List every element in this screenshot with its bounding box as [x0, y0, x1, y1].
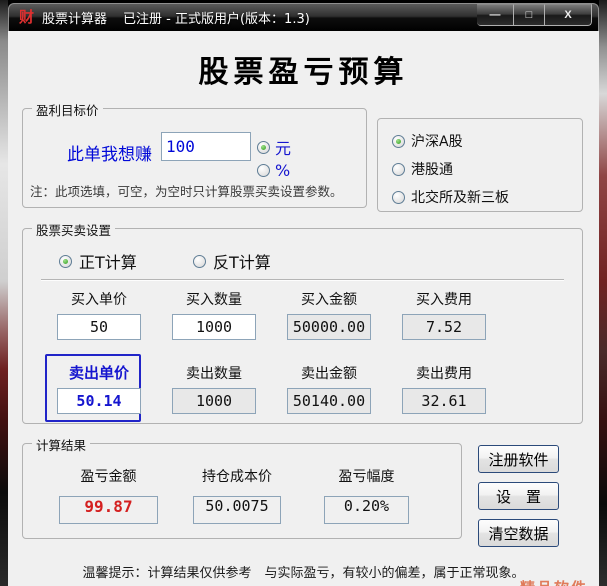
group-profit-target-legend: 盈利目标价 [32, 100, 103, 119]
profit-target-label: 此单我想赚 [67, 140, 152, 165]
window-title: 股票计算器 [42, 8, 107, 27]
buy-price-label: 买入单价 [71, 292, 127, 308]
group-market: 沪深A股 港股通 北交所及新三板 [377, 118, 583, 212]
unit-percent-label[interactable]: % [275, 161, 290, 180]
buy-qty-label: 买入数量 [186, 292, 242, 308]
maximize-button[interactable]: □ [513, 4, 545, 26]
radio-hk-connect[interactable] [392, 163, 405, 176]
maximize-icon: □ [526, 9, 533, 21]
buy-amount-label: 买入金额 [301, 292, 357, 308]
radio-reverse-t[interactable] [193, 255, 206, 268]
radio-percent[interactable] [257, 164, 270, 177]
footer-tip: 温馨提示：计算结果仅供参考 与实际盈亏，有较小的偏差，属于正常现象。 [8, 562, 599, 581]
mode-option-forward-t[interactable]: 正T计算 [59, 249, 137, 273]
profit-target-input[interactable] [161, 132, 251, 161]
mode-option-reverse-t[interactable]: 反T计算 [193, 249, 271, 273]
minimize-icon: — [490, 9, 501, 21]
window-border-right [599, 0, 607, 586]
app-icon: 财 [19, 10, 34, 25]
sell-price-input[interactable] [57, 388, 141, 414]
cost-basis-label: 持仓成本价 [202, 469, 272, 485]
pnl-percent-value: 0.20% [324, 496, 409, 524]
sell-amount-output [287, 388, 371, 414]
minimize-button[interactable]: — [477, 4, 514, 26]
settings-button[interactable]: 设 置 [478, 482, 559, 510]
caption-buttons: — □ X [477, 4, 592, 26]
market-option-bse[interactable]: 北交所及新三板 [392, 187, 509, 207]
sell-price-label: 卖出单价 [69, 364, 129, 382]
register-software-button[interactable]: 注册软件 [478, 445, 559, 473]
buy-fee-label: 买入费用 [416, 292, 472, 308]
buy-price-input[interactable] [57, 314, 141, 340]
market-bse-label[interactable]: 北交所及新三板 [411, 187, 509, 207]
market-option-a-share[interactable]: 沪深A股 [392, 131, 463, 151]
watermark-text: 精品软件 [520, 577, 588, 586]
app-window: 财 股票计算器 已注册 - 正式版用户(版本：1.3) — □ X 股票盈亏预算… [0, 0, 607, 586]
market-hk-connect-label[interactable]: 港股通 [411, 159, 453, 179]
sell-fee-output [402, 388, 486, 414]
market-option-hk-connect[interactable]: 港股通 [392, 159, 453, 179]
unit-yuan-label[interactable]: 元 [275, 135, 291, 159]
radio-forward-t[interactable] [59, 255, 72, 268]
sell-amount-label: 卖出金额 [301, 366, 357, 382]
clear-data-button[interactable]: 清空数据 [478, 519, 559, 547]
unit-option-yuan[interactable]: 元 [257, 135, 291, 159]
window-border-left [0, 0, 8, 586]
unit-option-percent[interactable]: % [257, 161, 290, 180]
buy-qty-input[interactable] [172, 314, 256, 340]
group-results-legend: 计算结果 [32, 435, 90, 454]
sell-fee-label: 卖出费用 [416, 366, 472, 382]
buy-fee-output [402, 314, 486, 340]
sell-qty-label: 卖出数量 [186, 366, 242, 382]
pnl-amount-label: 盈亏金额 [81, 469, 137, 485]
pnl-percent-label: 盈亏幅度 [339, 469, 395, 485]
cost-basis-value: 50.0075 [193, 496, 281, 524]
window-status: 已注册 - 正式版用户(版本：1.3) [123, 8, 310, 27]
mode-forward-t-label[interactable]: 正T计算 [79, 249, 137, 273]
sell-qty-output [172, 388, 256, 414]
close-button[interactable]: X [544, 4, 592, 26]
radio-yuan[interactable] [257, 141, 270, 154]
title-bar[interactable]: 财 股票计算器 已注册 - 正式版用户(版本：1.3) — □ X [8, 3, 599, 31]
radio-a-share[interactable] [392, 135, 405, 148]
close-icon: X [564, 9, 571, 21]
divider [41, 279, 564, 281]
pnl-amount-value: 99.87 [59, 496, 158, 524]
window-content: 股票盈亏预算 盈利目标价 此单我想赚 元 % 注：此项选填，可空，为空时只计算股… [8, 31, 599, 586]
group-results: 计算结果 盈亏金额 持仓成本价 盈亏幅度 99.87 50.0075 0.20% [22, 443, 462, 539]
page-title: 股票盈亏预算 [8, 47, 599, 91]
group-profit-target: 盈利目标价 此单我想赚 元 % 注：此项选填，可空，为空时只计算股票买卖设置参数… [22, 108, 367, 208]
profit-target-note: 注：此项选填，可空，为空时只计算股票买卖设置参数。 [30, 181, 343, 200]
mode-reverse-t-label[interactable]: 反T计算 [213, 249, 271, 273]
market-a-share-label[interactable]: 沪深A股 [411, 131, 463, 151]
group-trade-settings: 股票买卖设置 正T计算 反T计算 买入单价 买入数量 买入金额 买入费用 [22, 228, 583, 424]
radio-bse[interactable] [392, 191, 405, 204]
buy-amount-output [287, 314, 371, 340]
group-trade-settings-legend: 股票买卖设置 [32, 220, 115, 239]
